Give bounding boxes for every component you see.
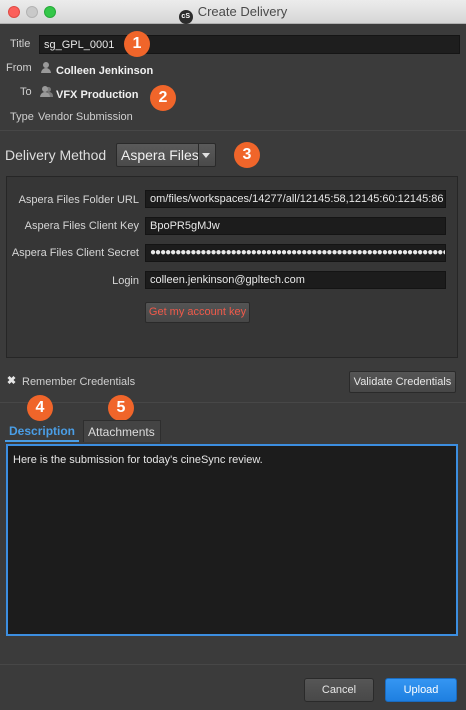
folder-url-label: Aspera Files Folder URL (18, 194, 139, 206)
user-icon (40, 62, 52, 74)
remember-credentials-label[interactable]: Remember Credentials (22, 376, 135, 388)
client-key-label: Aspera Files Client Key (24, 220, 139, 232)
chevron-down-icon (202, 153, 210, 158)
description-textarea[interactable]: Here is the submission for today's cineS… (6, 444, 458, 636)
validate-credentials-button[interactable]: Validate Credentials (349, 371, 456, 393)
login-input[interactable]: colleen.jenkinson@gpltech.com (145, 271, 446, 289)
delivery-method-select[interactable]: Aspera Files (116, 143, 216, 167)
client-secret-label: Aspera Files Client Secret (11, 247, 139, 259)
window-title-text: Create Delivery (197, 4, 288, 19)
upload-button[interactable]: Upload (385, 678, 457, 702)
type-value: Vendor Submission (38, 111, 133, 123)
client-secret-input[interactable]: ●●●●●●●●●●●●●●●●●●●●●●●●●●●●●●●●●●●●●●●●… (145, 244, 446, 262)
group-icon (39, 86, 53, 98)
app-logo-icon: cS (178, 10, 193, 24)
dropdown-toggle[interactable] (198, 144, 215, 166)
callout-badge-4: 4 (27, 395, 53, 421)
login-label: Login (112, 275, 139, 287)
folder-url-input[interactable]: om/files/workspaces/14277/all/12145:58,1… (145, 190, 446, 208)
remember-credentials-checkbox[interactable]: ✖ (6, 376, 17, 387)
from-label: From (6, 62, 32, 74)
type-label: Type (10, 111, 34, 123)
window-titlebar: cS Create Delivery (0, 0, 466, 24)
delivery-method-label: Delivery Method (5, 147, 107, 163)
title-input[interactable] (39, 35, 460, 54)
title-label: Title (10, 38, 31, 50)
callout-badge-1: 1 (124, 31, 150, 57)
tab-description[interactable]: Description (5, 420, 80, 442)
to-recipient-name: VFX Production (56, 89, 139, 101)
divider (0, 664, 466, 665)
divider (0, 130, 466, 131)
from-user-name: Colleen Jenkinson (56, 65, 154, 77)
client-key-input[interactable]: BpoPR5gMJw (145, 217, 446, 235)
window-title: cS Create Delivery (0, 4, 466, 24)
divider (0, 402, 466, 403)
callout-badge-5: 5 (108, 395, 134, 421)
delivery-method-value: Aspera Files (121, 147, 199, 163)
cancel-button[interactable]: Cancel (304, 678, 374, 702)
callout-badge-2: 2 (150, 85, 176, 111)
tab-attachments[interactable]: Attachments (83, 420, 161, 442)
to-label: To (20, 86, 32, 98)
get-account-key-button[interactable]: Get my account key (145, 302, 250, 323)
callout-badge-3: 3 (234, 142, 260, 168)
